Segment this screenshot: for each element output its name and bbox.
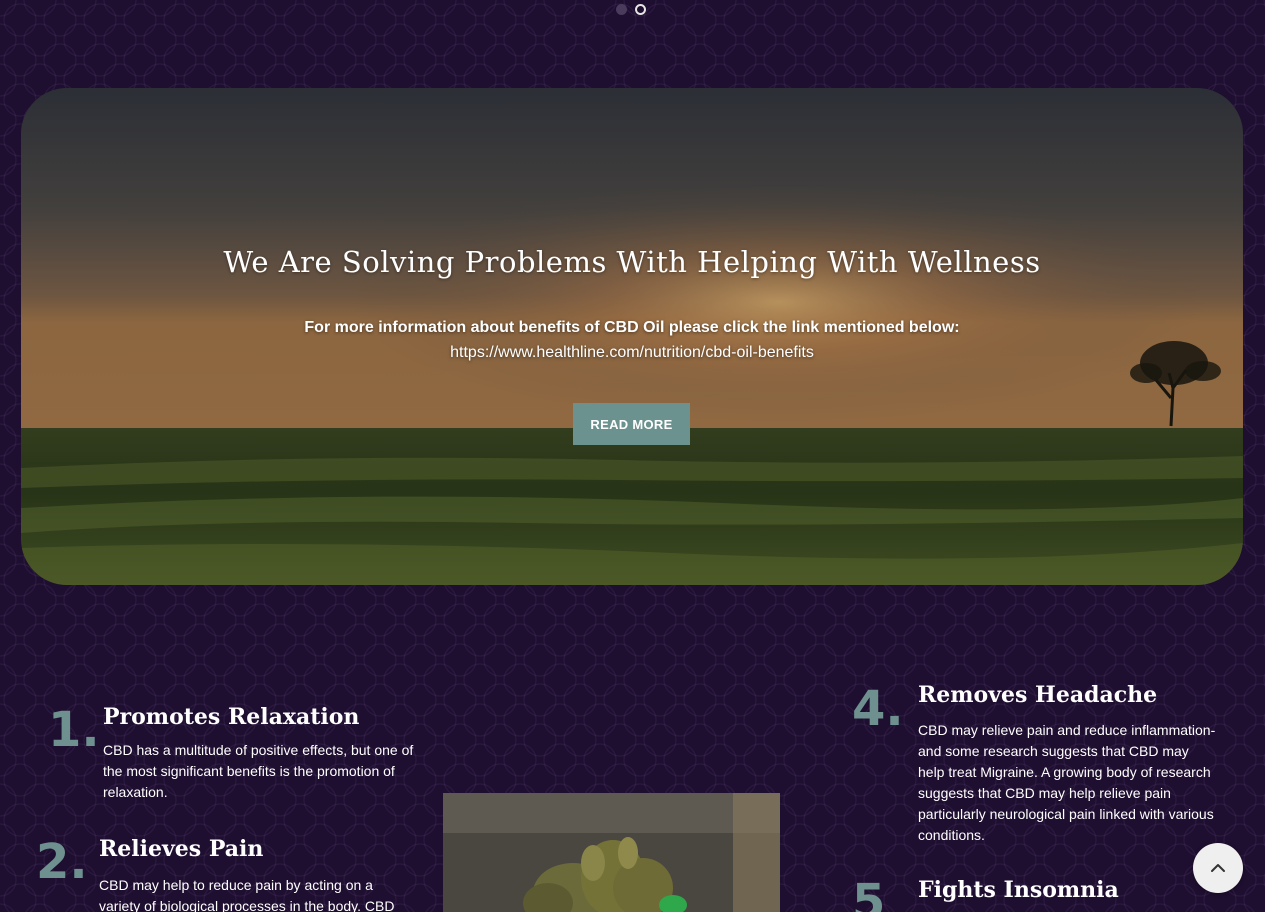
feature-title: Fights Insomnia <box>918 877 1119 903</box>
slider-dot-2[interactable] <box>635 4 646 15</box>
hero-title: We Are Solving Problems With Helping Wit… <box>223 245 1041 279</box>
feature-fights-insomnia: 5 Fights Insomnia <box>852 875 1222 912</box>
feature-number: 5 <box>852 874 886 912</box>
feature-removes-headache: 4. Removes Headache CBD may relieve pain… <box>852 680 1222 850</box>
feature-number: 2. <box>36 834 88 890</box>
slider-dots <box>616 4 646 15</box>
hero-slide: We Are Solving Problems With Helping Wit… <box>21 88 1243 585</box>
back-to-top-button[interactable] <box>1193 843 1243 893</box>
cbd-flower-photo <box>443 793 780 912</box>
feature-title: Promotes Relaxation <box>103 704 360 730</box>
feature-description: CBD may relieve pain and reduce inflamma… <box>918 722 1216 843</box>
hero-info-link[interactable]: https://www.healthline.com/nutrition/cbd… <box>21 344 1243 362</box>
feature-promotes-relaxation: 1. Promotes Relaxation CBD has a multitu… <box>48 700 418 810</box>
feature-title: Removes Headache <box>918 682 1158 708</box>
hero-content: We Are Solving Problems With Helping Wit… <box>21 88 1243 585</box>
feature-number: 1. <box>48 702 100 758</box>
hero-info-text: For more information about benefits of C… <box>304 319 960 336</box>
read-more-button[interactable]: READ MORE <box>573 403 690 445</box>
feature-description: CBD has a multitude of positive effects,… <box>103 742 414 800</box>
chevron-up-icon <box>1211 864 1225 872</box>
feature-description: CBD may help to reduce pain by acting on… <box>99 877 395 912</box>
feature-title: Relieves Pain <box>99 836 264 862</box>
feature-number: 4. <box>852 681 904 737</box>
slider-dot-1[interactable] <box>616 4 627 15</box>
feature-relieves-pain: 2. Relieves Pain CBD may help to reduce … <box>36 834 426 912</box>
